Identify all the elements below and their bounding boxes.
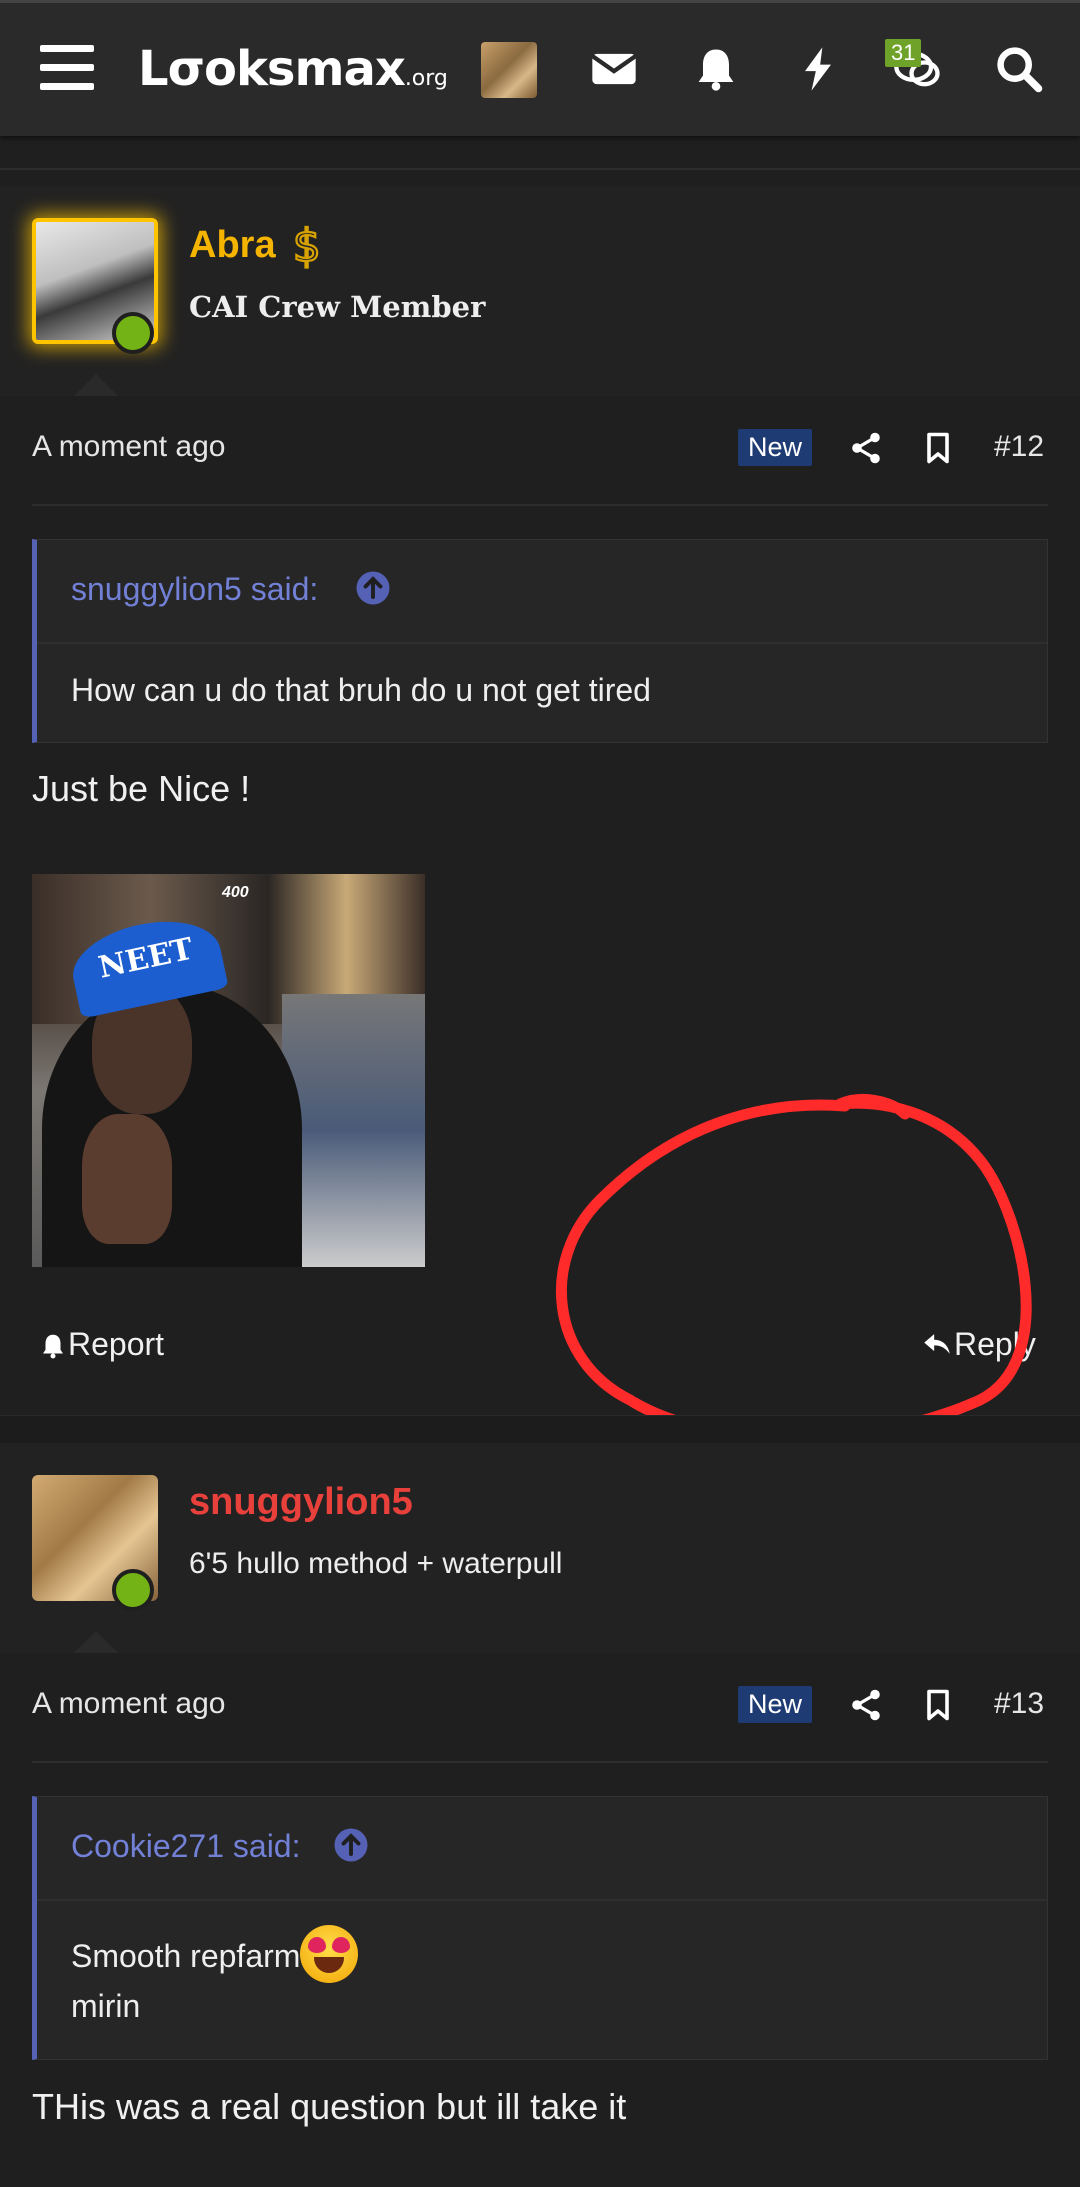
new-badge: New (738, 1686, 813, 1723)
share-icon[interactable] (848, 430, 884, 466)
divider (32, 504, 1048, 506)
bell-icon[interactable] (690, 43, 742, 95)
post-author-header: snuggylion5 6'5 hullo method + waterpull (0, 1443, 1080, 1653)
envelope-icon[interactable] (588, 43, 640, 95)
bell-icon (43, 1334, 63, 1359)
user-title: CAI Crew Member (189, 290, 486, 324)
section-divider (0, 168, 1080, 170)
post-number-link[interactable]: #12 (994, 430, 1044, 464)
quote-header: Cookie271 said: (37, 1797, 1047, 1901)
image-hand (82, 1114, 172, 1244)
report-label: Report (68, 1326, 165, 1362)
quote-line: mirin (71, 1988, 141, 2024)
quote-line: Smooth repfarm (71, 1938, 301, 1974)
online-status-icon (112, 1569, 154, 1611)
online-status-icon (112, 312, 154, 354)
reply-label: Reply (954, 1326, 1036, 1362)
user-title: 6'5 hullo method + waterpull (189, 1547, 563, 1580)
header-pointer (74, 1631, 118, 1653)
username[interactable]: snuggylion5 (189, 1481, 413, 1524)
bolt-icon[interactable] (792, 43, 844, 95)
attached-image[interactable]: 400 NEET (32, 874, 425, 1267)
bookmark-icon[interactable] (920, 1687, 956, 1723)
logo-main: Lσoksmax (138, 41, 406, 97)
quote-header: snuggylion5 said: (37, 540, 1047, 644)
quote-author-link[interactable]: Cookie271 said: (71, 1828, 300, 1865)
post-meta-row: A moment ago New #12 (0, 396, 1080, 486)
image-sign-text: 400 (222, 884, 249, 901)
post-author-header: Abra $ CAI Crew Member (0, 186, 1080, 396)
quote-author-link[interactable]: snuggylion5 said: (71, 571, 318, 608)
quote-block: Cookie271 said: Smooth repfarm mirin (32, 1796, 1048, 2060)
divider (32, 1761, 1048, 1763)
go-to-quoted-post-icon[interactable] (333, 1827, 369, 1863)
logo-suffix: .org (404, 66, 448, 91)
bookmark-icon[interactable] (920, 430, 956, 466)
menu-icon[interactable] (40, 45, 94, 91)
post-number-link[interactable]: #13 (994, 1687, 1044, 1721)
report-button[interactable]: Report (38, 1326, 164, 1363)
account-avatar[interactable] (481, 42, 537, 98)
notification-count-badge: 31 (885, 39, 922, 67)
reply-button[interactable]: Reply (920, 1326, 1036, 1363)
svg-text:$: $ (293, 221, 321, 270)
quote-block: snuggylion5 said: How can u do that bruh… (32, 539, 1048, 743)
dollar-icon: $ (288, 220, 324, 273)
heart-eyes-emoji-icon (300, 1925, 359, 1983)
username[interactable]: Abra (189, 224, 276, 267)
post-separator (0, 1415, 1080, 1445)
message-text: Just be Nice ! (32, 768, 251, 809)
share-icon[interactable] (848, 1687, 884, 1723)
post-time[interactable]: A moment ago (32, 1687, 225, 1721)
message-text: THis was a real question but ill take it (32, 2086, 627, 2127)
reply-icon (924, 1334, 950, 1354)
top-navigation-bar: Lσoksmax.org 31 (0, 0, 1080, 136)
post-time[interactable]: A moment ago (32, 430, 225, 464)
post-meta-row: A moment ago New #13 (0, 1653, 1080, 1743)
new-badge: New (738, 429, 813, 466)
quote-text: Smooth repfarm mirin (37, 1901, 1047, 2029)
header-pointer (74, 374, 118, 396)
image-crowd (282, 994, 425, 1267)
quote-text: How can u do that bruh do u not get tire… (71, 672, 651, 708)
go-to-quoted-post-icon[interactable] (355, 570, 391, 606)
site-logo[interactable]: Lσoksmax.org (138, 41, 448, 97)
search-icon[interactable] (993, 43, 1045, 95)
